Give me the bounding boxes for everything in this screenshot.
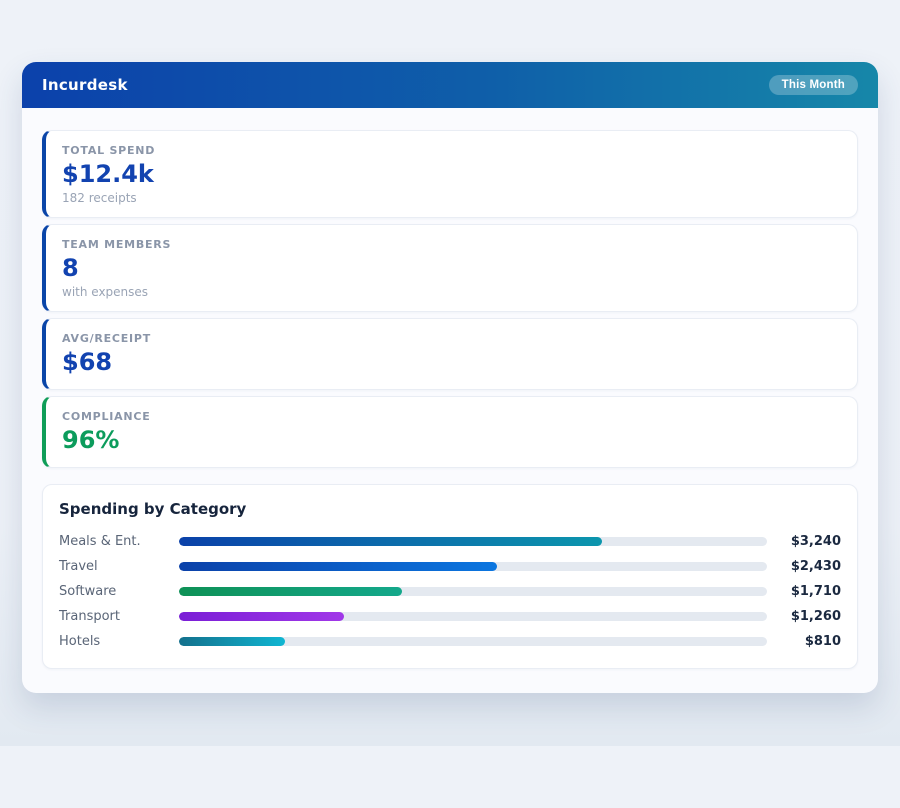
category-label: Travel (59, 559, 179, 574)
category-label: Meals & Ent. (59, 534, 179, 549)
chart-row-transport: Transport $1,260 (59, 604, 841, 629)
app-header: Incurdesk This Month (22, 62, 878, 108)
bar-fill (179, 612, 344, 621)
stat-subtext: 182 receipts (62, 191, 841, 205)
stat-value: 96% (62, 425, 841, 455)
category-value: $1,710 (767, 584, 841, 599)
bar-fill (179, 562, 497, 571)
stat-value: 8 (62, 253, 841, 283)
bar-track (179, 612, 767, 621)
stat-card-team-members: TEAM MEMBERS 8 with expenses (42, 224, 858, 312)
category-value: $1,260 (767, 609, 841, 624)
chart-row-travel: Travel $2,430 (59, 554, 841, 579)
stat-card-avg-receipt: AVG/RECEIPT $68 (42, 318, 858, 390)
period-badge[interactable]: This Month (769, 75, 858, 95)
category-label: Software (59, 584, 179, 599)
category-label: Transport (59, 609, 179, 624)
stat-value: $68 (62, 347, 841, 377)
category-label: Hotels (59, 634, 179, 649)
category-value: $2,430 (767, 559, 841, 574)
bar-fill (179, 537, 602, 546)
stat-label: AVG/RECEIPT (62, 332, 841, 345)
chart-row-software: Software $1,710 (59, 579, 841, 604)
app-title: Incurdesk (42, 76, 128, 94)
bar-fill (179, 637, 285, 646)
dashboard-panel: Incurdesk This Month TOTAL SPEND $12.4k … (22, 62, 878, 693)
chart-row-hotels: Hotels $810 (59, 629, 841, 654)
stat-value: $12.4k (62, 159, 841, 189)
bar-track (179, 537, 767, 546)
bar-track (179, 587, 767, 596)
stat-card-compliance: COMPLIANCE 96% (42, 396, 858, 468)
bar-track (179, 637, 767, 646)
stat-card-total-spend: TOTAL SPEND $12.4k 182 receipts (42, 130, 858, 218)
chart-title: Spending by Category (59, 500, 841, 518)
bar-fill (179, 587, 402, 596)
stat-label: TOTAL SPEND (62, 144, 841, 157)
stat-label: TEAM MEMBERS (62, 238, 841, 251)
panel-content: TOTAL SPEND $12.4k 182 receipts TEAM MEM… (22, 108, 878, 693)
spending-by-category-chart: Spending by Category Meals & Ent. $3,240… (42, 484, 858, 669)
category-value: $810 (767, 634, 841, 649)
stat-label: COMPLIANCE (62, 410, 841, 423)
bar-track (179, 562, 767, 571)
chart-row-meals: Meals & Ent. $3,240 (59, 529, 841, 554)
stat-subtext: with expenses (62, 285, 841, 299)
category-value: $3,240 (767, 534, 841, 549)
